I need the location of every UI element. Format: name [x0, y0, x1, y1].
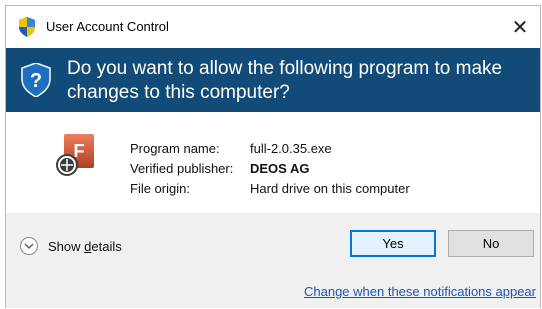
no-button[interactable]: No — [448, 230, 534, 257]
detail-label: File origin: — [130, 181, 190, 196]
svg-text:?: ? — [30, 70, 42, 92]
close-button[interactable]: ✕ — [500, 6, 540, 48]
show-details-toggle[interactable]: Show details — [20, 237, 122, 255]
title-bar: User Account Control ✕ — [6, 6, 540, 48]
close-icon: ✕ — [511, 16, 529, 39]
show-details-text: Show details — [48, 238, 122, 254]
yes-button[interactable]: Yes — [350, 230, 436, 257]
detail-value: DEOS AG — [250, 161, 310, 176]
detail-row-publisher: Verified publisher: DEOS AG — [130, 159, 410, 179]
uac-dialog: User Account Control ✕ ? Do you want to … — [5, 5, 541, 308]
program-icon: F — [56, 134, 94, 176]
show-details-label: Show details — [48, 239, 122, 254]
dialog-footer: Show details Yes No Change when these no… — [6, 213, 540, 308]
detail-value: Hard drive on this computer — [250, 181, 410, 196]
detail-label: Program name: — [130, 141, 220, 156]
shield-question-icon: ? — [21, 63, 51, 97]
prompt-question: Do you want to allow the following progr… — [67, 58, 503, 103]
program-details: Program name: full-2.0.35.exe Verified p… — [130, 139, 410, 199]
detail-label: Verified publisher: — [130, 161, 234, 176]
change-notifications-link[interactable]: Change when these notifications appear — [304, 284, 536, 299]
detail-row-file-origin: File origin: Hard drive on this computer — [130, 179, 410, 199]
detail-row-program-name: Program name: full-2.0.35.exe — [130, 139, 410, 159]
prompt-banner: ? Do you want to allow the following pro… — [6, 48, 540, 112]
program-info: F Program name: full-2.0.35.exe Verified… — [6, 112, 540, 213]
chevron-down-icon — [20, 237, 38, 255]
detail-value: full-2.0.35.exe — [250, 141, 332, 156]
window-title: User Account Control — [46, 19, 169, 34]
shield-icon — [19, 17, 35, 37]
